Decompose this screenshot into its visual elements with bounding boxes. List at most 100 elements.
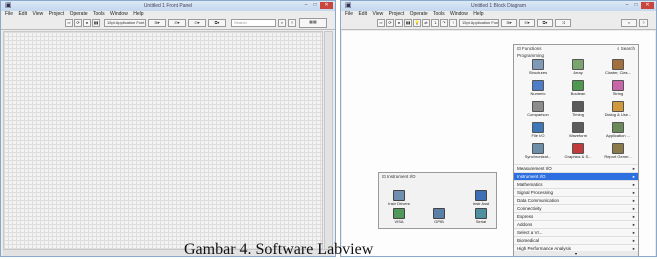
minimize-icon[interactable]: – — [623, 2, 631, 9]
reorder-icon[interactable]: ⧉▾ — [208, 19, 226, 27]
highlight-execution-icon[interactable]: 💡 — [413, 19, 421, 27]
chevron-right-icon: ▸ — [632, 198, 635, 203]
menu-edit[interactable]: Edit — [358, 11, 367, 17]
distribute-objects-icon[interactable]: ⊟▾ — [168, 19, 186, 27]
menu-window[interactable]: Window — [110, 11, 128, 17]
run-continuously-icon[interactable]: ⟳ — [386, 19, 394, 27]
menu-window[interactable]: Window — [450, 11, 468, 17]
reorder-icon[interactable]: ⧉▾ — [537, 19, 553, 27]
palette-item-boolean[interactable]: Boolean — [558, 80, 598, 100]
palette-search-button[interactable]: ⌕ Search — [617, 45, 635, 53]
palette-item-comparison[interactable]: Comparison — [518, 101, 558, 121]
instrument-item-instr-drivers[interactable]: Instr Drivers — [388, 190, 410, 210]
menu-file[interactable]: File — [5, 11, 13, 17]
pin-icon[interactable]: ⊡ — [517, 46, 521, 51]
run-arrow-icon[interactable]: ⇨ — [377, 19, 385, 27]
chevron-right-icon: ▸ — [632, 238, 635, 243]
palette-category-label: Instrument I/O — [517, 174, 546, 179]
search-input[interactable]: Search — [231, 19, 276, 27]
palette-item-array[interactable]: Array — [558, 59, 598, 79]
chevron-right-icon: ▸ — [632, 214, 635, 219]
font-selector[interactable]: 15pt Application Font — [104, 19, 146, 27]
help-icon[interactable]: ? — [639, 19, 648, 27]
search-icon[interactable]: ⌕ — [278, 19, 286, 27]
palette-scroll-down-icon[interactable]: ▾ — [514, 251, 638, 256]
palette-category-item[interactable]: Signal Processing ▸ — [514, 188, 638, 196]
dialog-icon — [612, 101, 624, 112]
help-icon[interactable]: ? — [288, 19, 296, 27]
search-icon[interactable]: ⌕ — [621, 19, 637, 27]
palette-item-waveform[interactable]: Waveform — [558, 122, 598, 142]
chevron-right-icon: ▸ — [632, 230, 635, 235]
step-into-icon[interactable]: ↴ — [431, 19, 439, 27]
menu-view[interactable]: View — [32, 11, 43, 17]
menu-project[interactable]: Project — [49, 11, 65, 17]
retain-wire-values-icon[interactable]: ⇄ — [422, 19, 430, 27]
resize-objects-icon[interactable]: ⊡▾ — [188, 19, 206, 27]
instrument-item-serial[interactable]: Serial — [470, 208, 492, 228]
vi-icon[interactable]: ▦▦ — [299, 18, 327, 28]
pin-icon[interactable]: ⊡ — [382, 174, 386, 179]
align-objects-icon[interactable]: ⊞▾ — [148, 19, 166, 27]
step-over-icon[interactable]: ↷ — [440, 19, 448, 27]
menu-operate[interactable]: Operate — [70, 11, 88, 17]
font-selector[interactable]: 15pt Application Font — [459, 19, 499, 27]
block-diagram-title: Untitled 1 Block Diagram — [470, 3, 527, 9]
align-objects-icon[interactable]: ⊞▾ — [501, 19, 517, 27]
menu-file[interactable]: File — [345, 11, 353, 17]
palette-category-item[interactable]: Measurement I/O ▸ — [514, 164, 638, 172]
step-out-icon[interactable]: ↑ — [449, 19, 457, 27]
instrument-item-instr-assistant[interactable]: Instr Asst — [470, 190, 492, 210]
palette-item-label: Timing — [572, 112, 584, 117]
minimize-icon[interactable]: – — [302, 2, 310, 9]
menu-operate[interactable]: Operate — [410, 11, 428, 17]
palette-category-item[interactable]: Connectivity ▸ — [514, 204, 638, 212]
palette-item-timing[interactable]: Timing — [558, 101, 598, 121]
palette-item-file-io[interactable]: File I/O — [518, 122, 558, 142]
palette-category-item[interactable]: Instrument I/O ▸ — [514, 172, 638, 180]
palette-item-dialog[interactable]: Dialog & Use... — [598, 101, 638, 121]
menu-view[interactable]: View — [372, 11, 383, 17]
palette-item-numeric[interactable]: Numeric — [518, 80, 558, 100]
front-panel-canvas[interactable] — [3, 31, 323, 250]
close-icon[interactable]: ✕ — [320, 2, 333, 9]
maximize-icon[interactable]: □ — [632, 2, 640, 9]
pause-icon[interactable]: ▮▮ — [404, 19, 412, 27]
palette-category-item[interactable]: Biomedical ▸ — [514, 236, 638, 244]
close-icon[interactable]: ✕ — [641, 2, 654, 9]
palette-category-item[interactable]: Select a VI... ▸ — [514, 228, 638, 236]
palette-item-label: Comparison — [527, 112, 549, 117]
menu-tools[interactable]: Tools — [433, 11, 445, 17]
clean-up-diagram-icon[interactable]: ⤨ — [555, 19, 571, 27]
distribute-objects-icon[interactable]: ⊟▾ — [519, 19, 535, 27]
functions-category-list: Measurement I/O ▸ Instrument I/O ▸ Mathemati… — [514, 164, 638, 256]
menu-help[interactable]: Help — [473, 11, 483, 17]
palette-item-graphics[interactable]: Graphics & S... — [558, 143, 598, 163]
run-arrow-icon[interactable]: ⇨ — [65, 19, 73, 27]
abort-icon[interactable]: ● — [83, 19, 91, 27]
instrument-item-gpib[interactable]: GPIB — [428, 208, 450, 228]
pause-icon[interactable]: ▮▮ — [92, 19, 100, 27]
gpib-icon — [433, 208, 445, 219]
abort-icon[interactable]: ● — [395, 19, 403, 27]
run-continuously-icon[interactable]: ⟳ — [74, 19, 82, 27]
maximize-icon[interactable]: □ — [311, 2, 319, 9]
palette-item-structures[interactable]: Structures — [518, 59, 558, 79]
palette-item-application[interactable]: Application ... — [598, 122, 638, 142]
menu-help[interactable]: Help — [133, 11, 143, 17]
palette-category-item[interactable]: Addons ▸ — [514, 220, 638, 228]
menu-tools[interactable]: Tools — [93, 11, 105, 17]
vertical-scrollbar[interactable] — [324, 31, 333, 250]
palette-item-report[interactable]: Report Gener... — [598, 143, 638, 163]
menu-project[interactable]: Project — [389, 11, 405, 17]
palette-item-string[interactable]: String — [598, 80, 638, 100]
palette-category-item[interactable]: Mathematics ▸ — [514, 180, 638, 188]
palette-item-cluster[interactable]: Cluster, Clas... — [598, 59, 638, 79]
menu-edit[interactable]: Edit — [18, 11, 27, 17]
string-icon — [612, 80, 624, 91]
palette-item-label: Dialog & Use... — [604, 112, 632, 117]
palette-category-item[interactable]: Express ▸ — [514, 212, 638, 220]
instrument-item-visa[interactable]: VISA — [388, 208, 410, 228]
palette-item-synchronization[interactable]: Synchronizat... — [518, 143, 558, 163]
palette-category-item[interactable]: Data Communication ▸ — [514, 196, 638, 204]
